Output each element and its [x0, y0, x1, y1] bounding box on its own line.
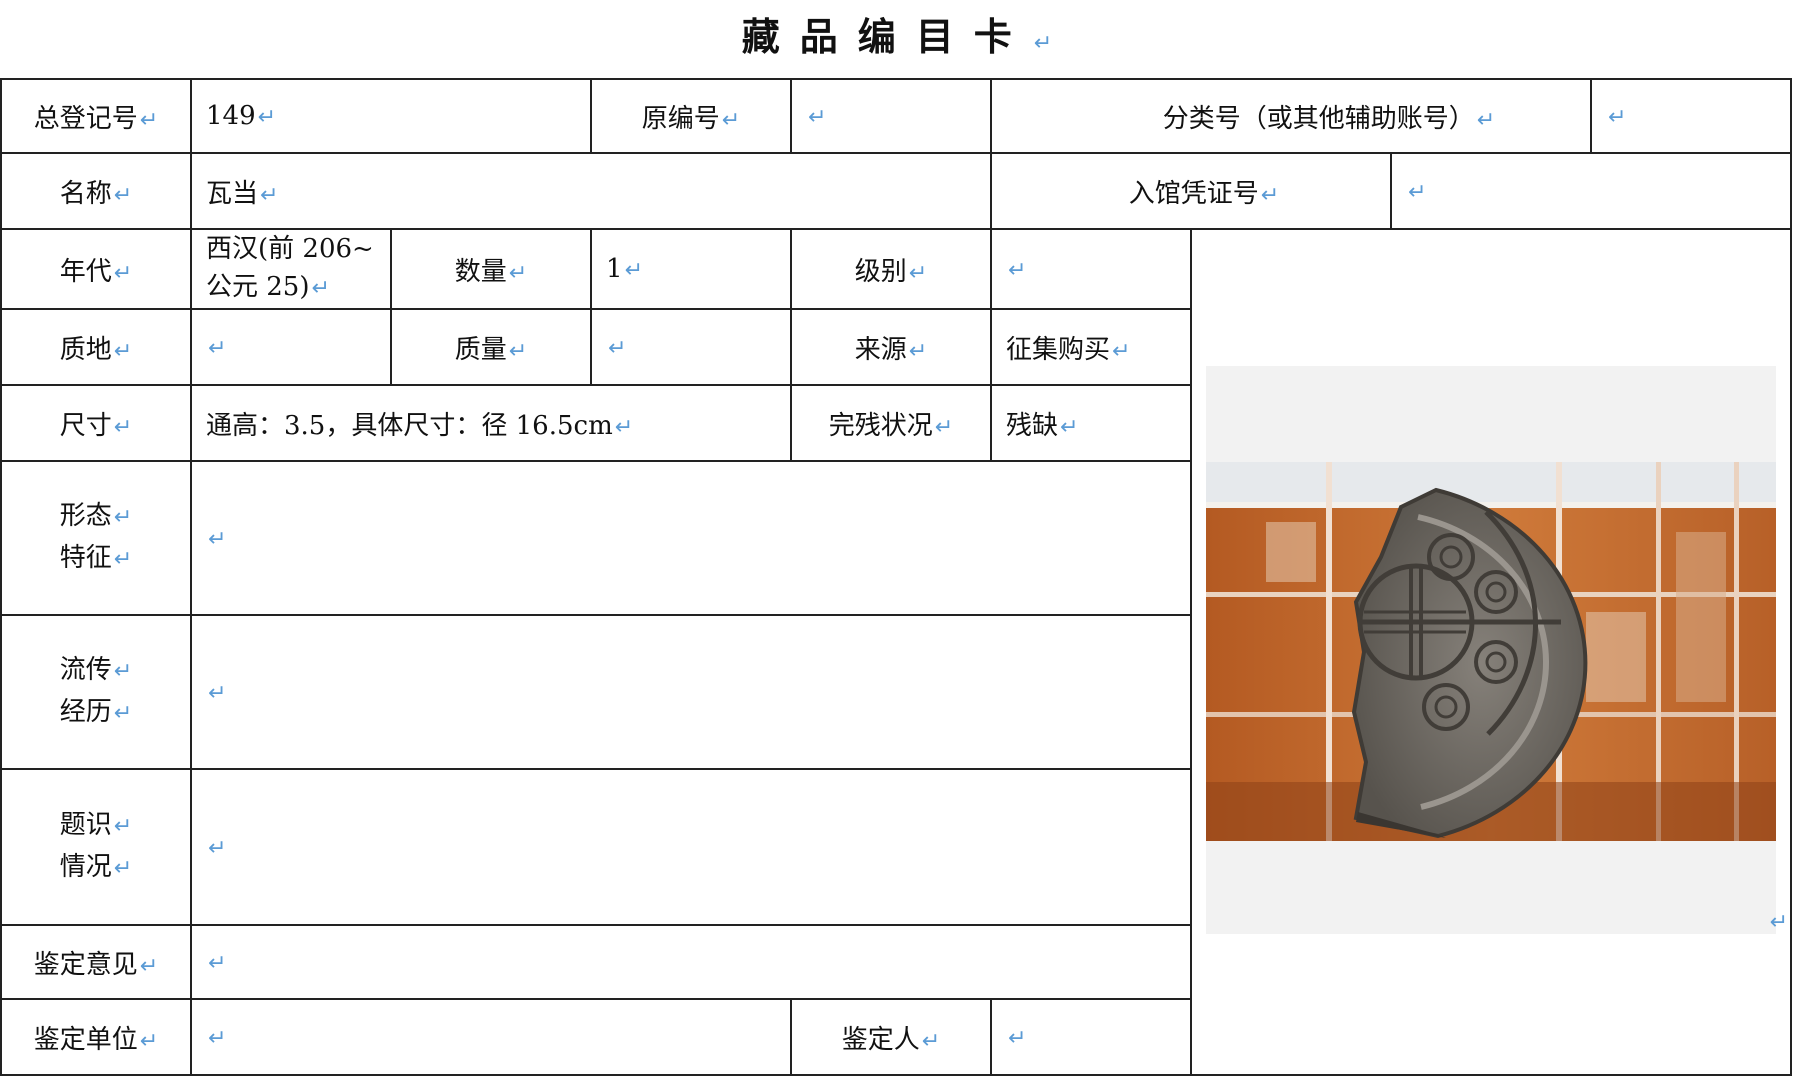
quantity-value: 1↵: [590, 228, 793, 310]
grade-label: 级别↵: [790, 228, 993, 310]
classification-number-value: ↵: [1590, 78, 1793, 154]
inscription-label: 题识↵ 情况↵: [0, 768, 192, 926]
appraisal-opinion-label: 鉴定意见↵: [0, 924, 192, 1000]
weight-value: ↵: [590, 308, 793, 386]
source-value: 征集购买↵: [990, 308, 1193, 386]
entry-voucher-value: ↵: [1390, 152, 1793, 230]
classification-number-label: 分类号（或其他辅助账号）↵: [990, 78, 1593, 154]
era-value: 西汉(前 206~ 公元 25)↵: [190, 228, 392, 310]
photo-paragraph-mark: ↵: [1769, 910, 1789, 935]
eave-tile-photo: [1206, 462, 1777, 841]
source-label: 来源↵: [790, 308, 993, 386]
material-label: 质地↵: [0, 308, 192, 386]
appraiser-label: 鉴定人↵: [790, 998, 993, 1076]
original-number-value: ↵: [790, 78, 993, 154]
weight-label: 质量↵: [389, 308, 593, 386]
grade-value: ↵: [990, 228, 1193, 310]
original-number-label: 原编号↵: [590, 78, 793, 154]
inscription-value: ↵: [189, 768, 1193, 926]
appraiser-value: ↵: [990, 998, 1193, 1076]
provenance-value: ↵: [189, 614, 1193, 770]
appraisal-unit-value: ↵: [189, 998, 793, 1076]
total-register-number-label: 总登记号↵: [0, 78, 192, 154]
provenance-label: 流传↵ 经历↵: [0, 614, 192, 770]
total-register-number-value: 149↵: [189, 78, 593, 154]
name-label: 名称↵: [0, 152, 192, 230]
row-name: 名称↵ 瓦当↵ 入馆凭证号↵ ↵: [0, 152, 1793, 230]
catalog-card-table: 总登记号↵ 149↵ 原编号↵ ↵ 分类号（或其他辅助账号）↵ ↵ 名称↵ 瓦当…: [0, 78, 1793, 1076]
entry-voucher-label: 入馆凭证号↵: [990, 152, 1393, 230]
quantity-label: 数量↵: [389, 228, 593, 310]
material-value: ↵: [190, 308, 392, 386]
name-value: 瓦当↵: [189, 152, 993, 230]
card-title: 藏品编目卡↵: [741, 15, 1053, 59]
condition-label: 完残状况↵: [790, 384, 993, 462]
era-label: 年代↵: [0, 228, 192, 310]
row-era: 年代↵ 西汉(前 206~ 公元 25)↵ 数量↵ 1↵ 级别↵ ↵ ↵: [0, 228, 1793, 1076]
row-registration: 总登记号↵ 149↵ 原编号↵ ↵ 分类号（或其他辅助账号）↵ ↵: [0, 78, 1793, 154]
size-label: 尺寸↵: [0, 384, 192, 462]
condition-value: 残缺↵: [990, 384, 1193, 462]
artifact-photo-frame: [1206, 366, 1777, 934]
form-features-value: ↵: [189, 460, 1193, 616]
appraisal-opinion-value: ↵: [189, 924, 1193, 1000]
appraisal-unit-label: 鉴定单位↵: [0, 998, 192, 1076]
form-features-label: 形态↵ 特征↵: [0, 460, 192, 616]
artifact-photo-cell: ↵: [1190, 228, 1793, 1076]
size-value: 通高：3.5，具体尺寸：径 16.5cm↵: [189, 384, 793, 462]
